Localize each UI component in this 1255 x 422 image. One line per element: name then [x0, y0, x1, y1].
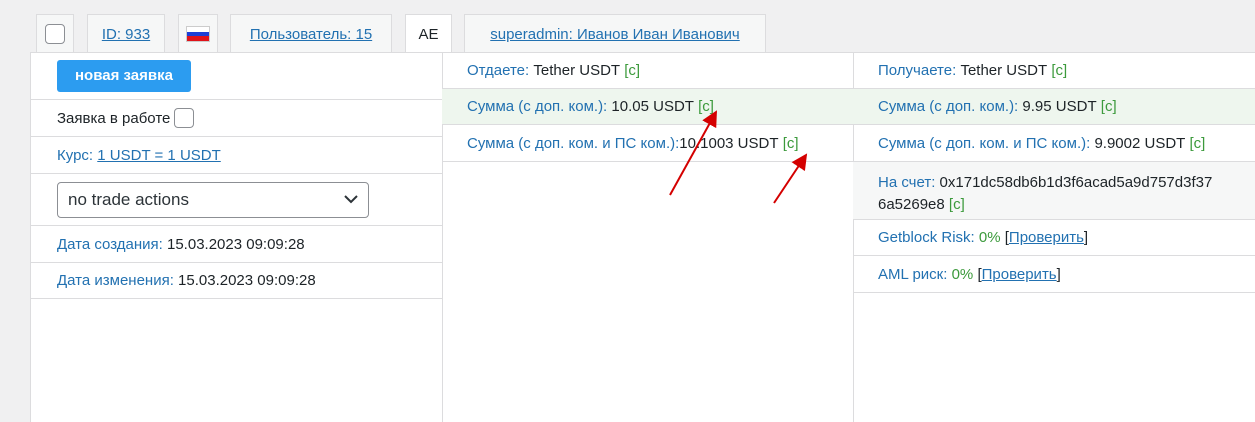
receive-label: Получаете: [878, 62, 957, 79]
in-work-label: Заявка в работе [57, 109, 171, 127]
getblock-risk-label: Getblock Risk: [878, 229, 975, 246]
user-link[interactable]: Пользователь: 15 [250, 26, 372, 43]
modified-value: 15.03.2023 09:09:28 [178, 272, 316, 289]
receive-sum-value: 9.95 USDT [1022, 98, 1097, 115]
aml-risk-label: AML риск: [878, 265, 948, 283]
rate-link[interactable]: 1 USDT = 1 USDT [97, 147, 221, 164]
id-link[interactable]: ID: 933 [102, 26, 150, 43]
aml-check-link[interactable]: Проверить [982, 266, 1057, 283]
admin-tab: superadmin: Иванов Иван Иванович [464, 14, 766, 53]
new-request-button[interactable]: новая заявка [57, 60, 191, 92]
bracket-close: ] [1056, 265, 1061, 283]
receive-sum-label: Сумма (с доп. ком.): [878, 98, 1019, 115]
russia-flag-icon [186, 26, 210, 42]
getblock-check-link[interactable]: Проверить [1009, 229, 1084, 246]
rate-label: Курс: [57, 146, 94, 164]
receive-copy-link[interactable]: [c] [1051, 62, 1067, 79]
trade-actions-select[interactable]: no trade actions [57, 181, 369, 218]
give-sum-ps-copy-link[interactable]: [c] [783, 135, 799, 152]
select-checkbox-tab [36, 14, 74, 53]
receive-sum-ps-copy-link[interactable]: [c] [1190, 135, 1206, 152]
select-checkbox[interactable] [45, 24, 65, 44]
give-column: Отдаете: Tether USDT [c] Сумма (с доп. к… [442, 53, 854, 422]
admin-link[interactable]: superadmin: Иванов Иван Иванович [490, 26, 740, 43]
account-copy-link[interactable]: [c] [949, 196, 965, 213]
created-label: Дата создания: [57, 235, 163, 253]
id-tab: ID: 933 [87, 14, 165, 53]
country-tab: AE [405, 14, 452, 53]
bracket-close: ] [1083, 229, 1089, 246]
request-info-column: новая заявка Заявка в работе Курс: 1 USD… [31, 53, 443, 422]
give-sum-copy-link[interactable]: [c] [698, 98, 714, 115]
account-address-line2: 6a5269e8 [878, 196, 945, 213]
give-currency: Tether USDT [533, 62, 621, 79]
modified-label: Дата изменения: [57, 272, 174, 289]
receive-currency: Tether USDT [960, 62, 1048, 79]
give-sum-ps-value: 10.1003 USDT [679, 134, 779, 152]
give-sum-ps-label: Сумма (с доп. ком. и ПС ком.): [467, 134, 680, 152]
aml-risk-value: 0% [951, 265, 974, 283]
country-code: AE [418, 25, 439, 43]
receive-sum-ps-value: 9.9002 USDT [1094, 134, 1186, 152]
give-label: Отдаете: [467, 62, 530, 79]
receive-column: Получаете: Tether USDT [c] Сумма (с доп.… [853, 53, 1255, 422]
give-sum-label: Сумма (с доп. ком.): [467, 98, 608, 115]
getblock-risk-value: 0% [978, 229, 1001, 246]
user-tab: Пользователь: 15 [230, 14, 392, 53]
give-sum-value: 10.05 USDT [611, 98, 694, 115]
created-value: 15.03.2023 09:09:28 [167, 235, 305, 253]
account-block: На счет: 0x171dc58db6b1d3f6acad5a9d757d3… [878, 172, 1212, 216]
trade-actions-value: no trade actions [68, 189, 189, 209]
flag-tab [178, 14, 218, 53]
in-work-checkbox[interactable] [174, 108, 195, 128]
account-address-line1: 0x171dc58db6b1d3f6acad5a9d757d3f37 [939, 174, 1213, 191]
account-label: На счет: [878, 174, 936, 191]
receive-sum-ps-label: Сумма (с доп. ком. и ПС ком.): [878, 134, 1091, 152]
request-panel: новая заявка Заявка в работе Курс: 1 USD… [30, 52, 1255, 422]
chevron-down-icon [344, 195, 358, 204]
give-copy-link[interactable]: [c] [624, 62, 640, 79]
receive-sum-copy-link[interactable]: [c] [1101, 98, 1117, 115]
